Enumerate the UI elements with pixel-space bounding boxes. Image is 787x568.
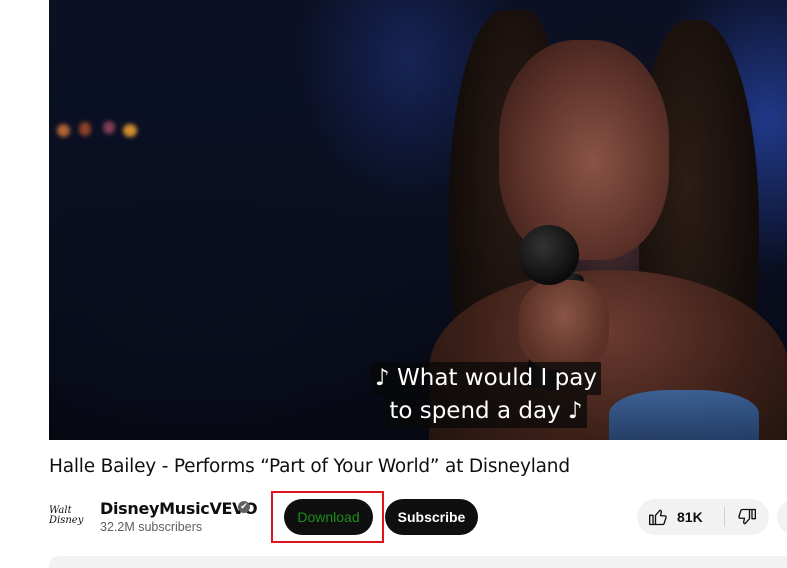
like-dislike-group: 81K	[637, 499, 769, 535]
thumbs-down-icon	[738, 508, 756, 525]
singer-hand	[519, 280, 609, 370]
like-count: 81K	[677, 509, 703, 525]
singer-face	[499, 40, 669, 260]
video-player[interactable]: ♪ What would I pay to spend a day ♪	[49, 0, 787, 440]
like-button[interactable]: 81K	[637, 499, 721, 535]
channel-logo-text: Walt Disney	[49, 505, 84, 526]
light-bokeh	[79, 122, 91, 136]
description-box[interactable]	[49, 556, 787, 568]
verified-check-icon: ✔	[238, 501, 250, 513]
video-title: Halle Bailey - Performs “Part of Your Wo…	[49, 456, 570, 477]
subscriber-count: 32.2M subscribers	[100, 520, 203, 534]
caption-line-1: ♪ What would I pay	[371, 362, 601, 395]
thumbs-up-icon	[649, 509, 667, 526]
video-captions: ♪ What would I pay to spend a day ♪	[361, 362, 611, 428]
singer-dress	[609, 390, 759, 440]
dislike-button[interactable]	[725, 499, 769, 535]
channel-name[interactable]: DisneyMusicVEVO	[100, 499, 258, 518]
share-button[interactable]	[777, 499, 787, 535]
caption-line-2: to spend a day ♪	[385, 395, 587, 428]
microphone-head	[519, 225, 579, 285]
light-bokeh	[103, 121, 115, 134]
light-bokeh	[57, 124, 70, 137]
subscribe-button[interactable]: Subscribe	[385, 499, 478, 535]
light-bokeh	[123, 124, 137, 137]
channel-avatar[interactable]: Walt Disney	[49, 502, 89, 530]
download-highlight-box	[271, 491, 384, 543]
